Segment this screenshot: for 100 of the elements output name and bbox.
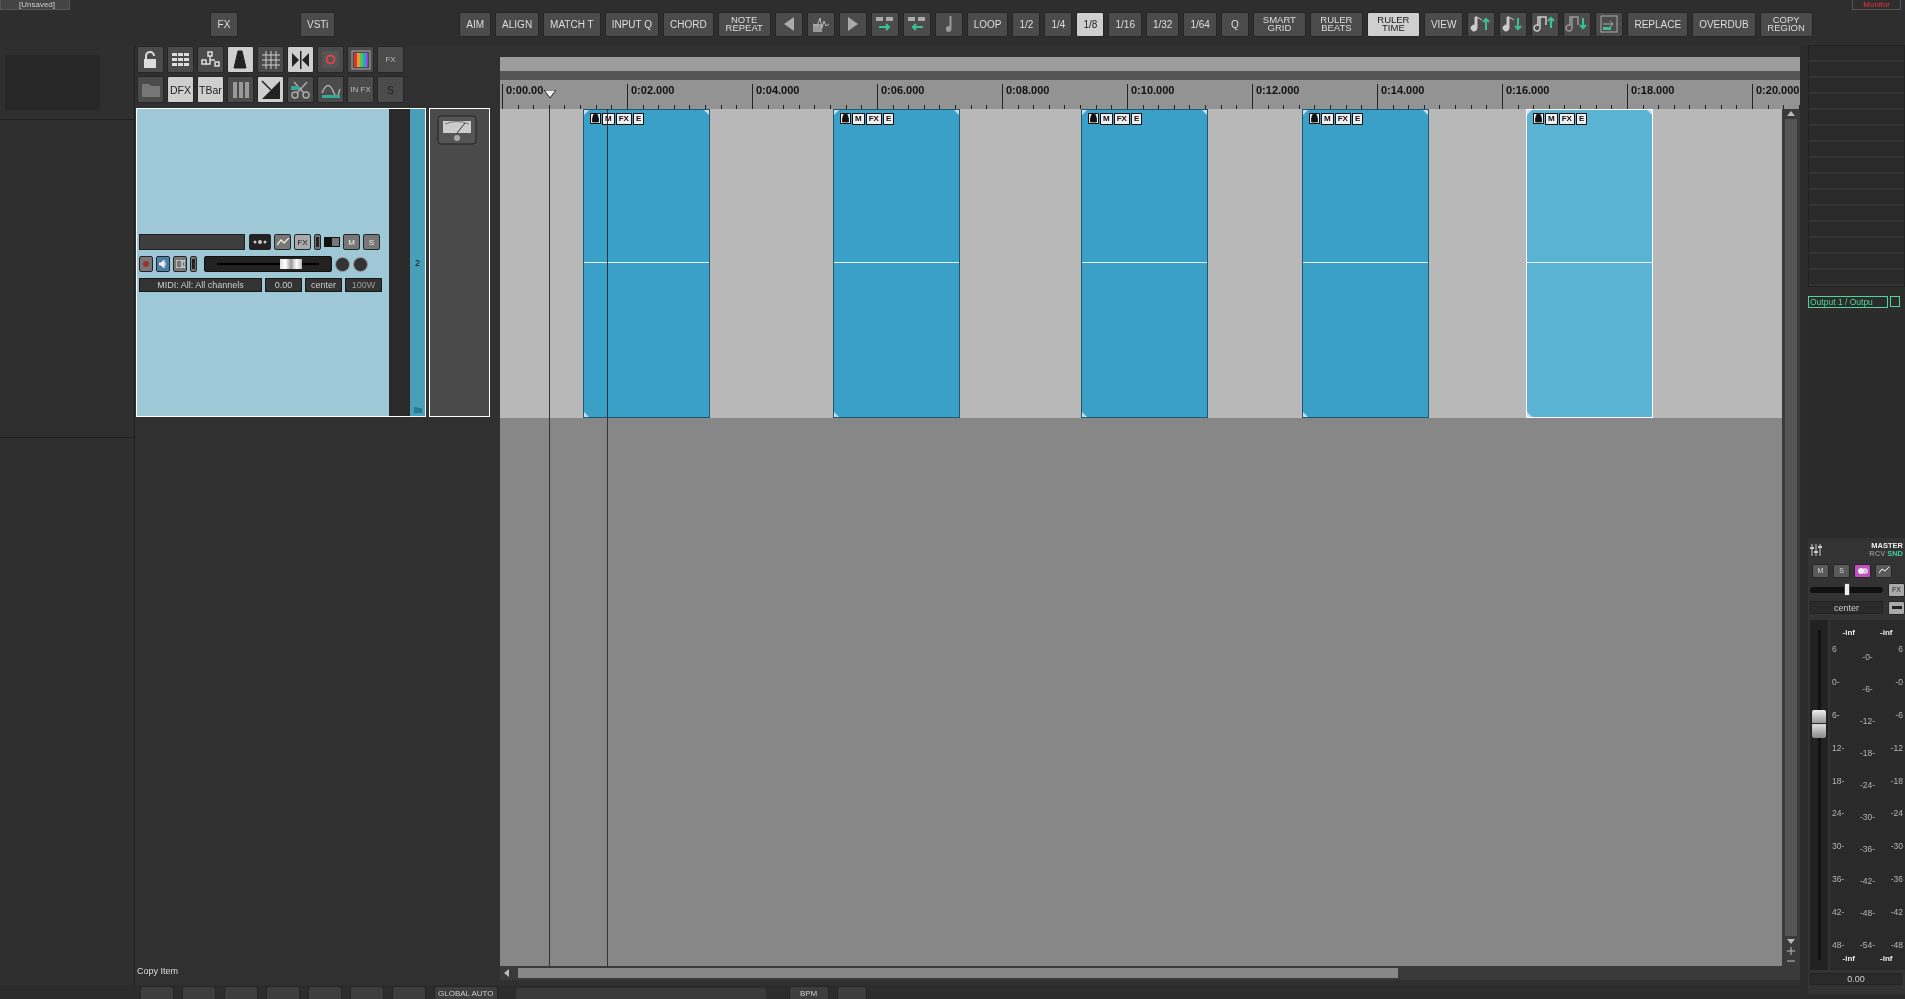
lock-icon[interactable]	[1309, 113, 1320, 124]
corner-handle-icon[interactable]	[1303, 110, 1308, 115]
corner-handle-icon[interactable]	[584, 412, 589, 417]
item-button[interactable]: FX	[865, 113, 882, 125]
pan-thumb[interactable]	[1843, 582, 1850, 596]
item-button[interactable]: M	[1545, 113, 1558, 125]
corner-handle-icon[interactable]	[704, 110, 709, 115]
pan-slider[interactable]	[1810, 586, 1883, 593]
midi-item[interactable]: M FX E	[1081, 109, 1208, 418]
toolbar-button[interactable]: NOTE REPEAT	[717, 11, 771, 37]
vu-meter-icon[interactable]	[437, 115, 477, 145]
corner-handle-icon[interactable]	[954, 110, 959, 115]
toolbar-button[interactable]: COPY REGION	[1759, 11, 1813, 37]
item-button[interactable]: E	[632, 113, 645, 125]
phase-button[interactable]	[190, 256, 197, 272]
corner-handle-icon[interactable]	[1202, 110, 1207, 115]
toolbar-button[interactable]	[870, 11, 899, 37]
item-button[interactable]: E	[1351, 113, 1364, 125]
phase-button[interactable]	[314, 234, 321, 250]
solo-button[interactable]: S	[363, 234, 380, 250]
item-button[interactable]: E	[882, 113, 895, 125]
toolbar-button[interactable]: REPLACE	[1627, 11, 1689, 37]
corner-handle-icon[interactable]	[834, 110, 839, 115]
volume-knob[interactable]	[335, 256, 350, 272]
toolbar-button[interactable]: AIM	[459, 11, 492, 37]
playhead-marker-icon[interactable]	[544, 90, 556, 98]
item-button[interactable]: M	[1321, 113, 1334, 125]
toolbar-button[interactable]	[1563, 11, 1592, 37]
toolbar-button[interactable]	[838, 11, 867, 37]
input-button[interactable]	[249, 234, 271, 250]
toolbar-button[interactable]: 1/64	[1183, 11, 1217, 37]
midi-item[interactable]: M FX E	[833, 109, 960, 418]
fx-button[interactable]: FX	[294, 234, 311, 250]
toolbar-button[interactable]: RULER BEATS	[1309, 11, 1363, 37]
pan-knob[interactable]	[353, 256, 368, 272]
toolbar-button[interactable]: 1/32	[1145, 11, 1180, 37]
scroll-down-icon[interactable]	[1786, 938, 1796, 946]
lock-icon[interactable]	[1088, 113, 1099, 124]
lock-icon[interactable]	[590, 113, 601, 124]
toolbar-button[interactable]: VIEW	[1423, 11, 1464, 37]
midi-item[interactable]: M FX E	[1526, 109, 1653, 418]
tool-button[interactable]	[197, 46, 224, 73]
tool-button[interactable]	[167, 46, 194, 73]
item-button[interactable]: M	[1100, 113, 1113, 125]
toolbar-button[interactable]: MATCH T	[543, 11, 601, 37]
track-name-field[interactable]	[139, 234, 245, 250]
tool-button[interactable]	[227, 46, 254, 73]
io-button[interactable]	[173, 256, 187, 272]
tool-button[interactable]	[287, 76, 314, 103]
global-automation-button[interactable]: GLOBAL AUTO	[434, 986, 498, 999]
corner-handle-icon[interactable]	[1527, 412, 1532, 417]
tool-button[interactable]	[137, 46, 164, 73]
toolbar-button[interactable]: SMART GRID	[1252, 11, 1306, 37]
monitor-button[interactable]	[156, 256, 170, 272]
tool-button[interactable]: FX	[377, 46, 404, 73]
toolbar-button[interactable]: 1/16	[1108, 11, 1142, 37]
corner-handle-icon[interactable]	[1082, 412, 1087, 417]
corner-handle-icon[interactable]	[584, 110, 589, 115]
toolbar-button[interactable]	[1595, 11, 1624, 37]
midi-item[interactable]: M FX E	[1302, 109, 1429, 418]
corner-handle-icon[interactable]	[1303, 412, 1308, 417]
item-button[interactable]: M	[852, 113, 865, 125]
item-button[interactable]: FX	[1334, 113, 1351, 125]
vertical-scrollbar[interactable]	[1782, 109, 1800, 966]
toolbar-button[interactable]: OVERDUB	[1692, 11, 1756, 37]
toolbar-button[interactable]	[774, 11, 803, 37]
zoom-in-icon[interactable]	[1786, 946, 1796, 956]
toolbar-button[interactable]: 1/8	[1076, 11, 1105, 37]
item-button[interactable]: FX	[615, 113, 632, 125]
corner-handle-icon[interactable]	[834, 412, 839, 417]
toolbar-button[interactable]: CHORD	[663, 11, 714, 37]
tool-button[interactable]	[287, 46, 314, 73]
toggle-switch[interactable]	[324, 237, 340, 247]
corner-handle-icon[interactable]	[1647, 110, 1652, 115]
toolbar-button[interactable]	[1531, 11, 1560, 37]
toolbar-button[interactable]: FX	[210, 11, 238, 37]
pan-mode-readout[interactable]: 100W	[345, 277, 382, 292]
stereo-toggle-button[interactable]	[1854, 563, 1871, 578]
tool-button[interactable]	[227, 76, 254, 103]
toolbar-button[interactable]: INPUT Q	[604, 11, 659, 37]
toolbar-button[interactable]: Q	[1220, 11, 1249, 37]
envelope-button[interactable]	[274, 234, 291, 250]
output-label[interactable]: Output 1 / Outpu	[1808, 296, 1888, 308]
scroll-left-icon[interactable]	[502, 968, 510, 978]
bpm-button[interactable]: BPM	[788, 986, 829, 999]
lock-icon[interactable]	[1533, 113, 1544, 124]
item-button[interactable]: FX	[1558, 113, 1575, 125]
horizontal-scrollbar[interactable]	[500, 966, 1800, 980]
tool-button[interactable]: TBar	[197, 76, 224, 103]
fader-thumb[interactable]	[279, 259, 302, 269]
toolbar-button[interactable]	[934, 11, 963, 37]
record-arm-button[interactable]	[139, 256, 153, 272]
corner-handle-icon[interactable]	[1082, 110, 1087, 115]
mute-button[interactable]: M	[343, 234, 360, 250]
minus-button[interactable]	[1888, 600, 1905, 615]
corner-handle-icon[interactable]	[1527, 110, 1532, 115]
output-checkbox[interactable]	[1890, 296, 1900, 307]
tool-button[interactable]	[257, 76, 284, 103]
item-button[interactable]: FX	[1113, 113, 1130, 125]
corner-handle-icon[interactable]	[1423, 110, 1428, 115]
